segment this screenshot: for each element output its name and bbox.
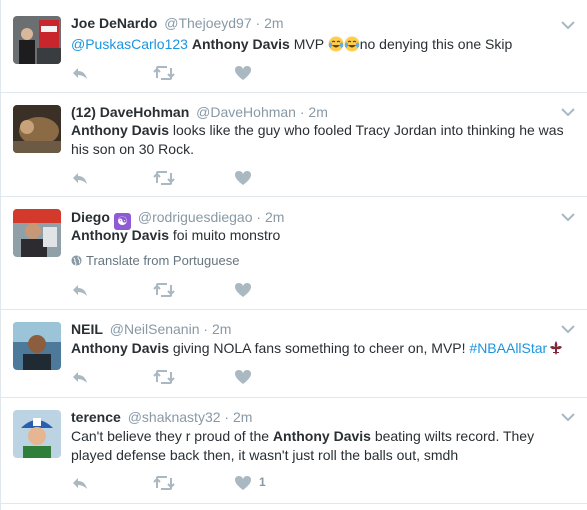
heart-icon[interactable] [234,169,252,187]
mention-link[interactable]: @PuskasCarlo123 [71,36,188,52]
fleur-de-lis-icon [550,341,563,355]
separator-dot: · [224,409,230,425]
reply-icon[interactable] [71,368,89,386]
tweet-header: terence @shaknasty32 · 2m [71,408,252,426]
timestamp[interactable]: 2m [264,15,283,31]
separator-dot: · [255,15,261,31]
separator-dot: · [256,209,262,225]
tweet-actions: 1 [71,474,321,492]
chevron-down-icon[interactable] [561,324,575,334]
chevron-down-icon[interactable] [561,412,575,422]
separator-dot: · [203,321,209,337]
tweet-text-part: foi muito monstro [172,227,281,243]
user-handle[interactable]: @rodriguesdiegao [138,209,253,225]
display-name[interactable]: terence [71,409,121,425]
tears-of-joy-emoji [344,36,360,52]
retweet-icon[interactable] [153,474,175,492]
avatar[interactable] [13,16,61,64]
display-name[interactable]: Joe DeNardo [71,15,157,31]
tweet-header: (12) DaveHohman @DaveHohman · 2m [71,103,328,121]
reply-icon[interactable] [71,281,89,299]
tweet-text-part: giving NOLA fans something to cheer on, … [172,340,466,356]
search-highlight: Anthony Davis [191,36,290,52]
display-name[interactable]: NEIL [71,321,103,337]
reply-icon[interactable] [71,169,89,187]
avatar[interactable] [13,322,61,370]
avatar[interactable] [13,105,61,153]
timestamp[interactable]: 2m [233,409,252,425]
tweet-text-part: Can't believe they r proud of the [71,428,270,444]
timestamp[interactable]: 2m [212,321,231,337]
tweet-text: Anthony Davis looks like the guy who foo… [71,121,576,159]
chevron-down-icon[interactable] [561,212,575,222]
heart-icon[interactable] [234,64,252,82]
hashtag-link[interactable]: #NBAAllStar [469,340,547,356]
search-highlight: Anthony Davis [71,122,170,138]
retweet-icon[interactable] [153,281,175,299]
tweet-header: Joe DeNardo @Thejoeyd97 · 2m [71,14,284,32]
heart-icon[interactable] [234,281,252,299]
retweet-icon[interactable] [153,368,175,386]
tweet[interactable]: NEIL @NeilSenanin · 2m Anthony Davis giv… [1,310,587,398]
tweet-text: Anthony Davis foi muito monstro [71,226,576,245]
tweet[interactable]: (12) DaveHohman @DaveHohman · 2m Anthony… [1,93,587,197]
display-name[interactable]: (12) DaveHohman [71,104,189,120]
tweet-text: @PuskasCarlo123 Anthony Davis MVP no den… [71,35,576,54]
chevron-down-icon[interactable] [561,107,575,117]
tweet-header: NEIL @NeilSenanin · 2m [71,320,231,338]
tweet-actions [71,368,321,386]
search-highlight: Anthony Davis [272,428,371,444]
tweet[interactable]: Diego ☯ @rodriguesdiegao · 2m Anthony Davi… [1,197,587,310]
tweet-actions [71,169,321,187]
user-handle[interactable]: @shaknasty32 [128,409,221,425]
tweet-text: Anthony Davis giving NOLA fans something… [71,339,576,358]
display-name[interactable]: Diego [71,209,110,225]
search-highlight: Anthony Davis [71,227,170,243]
heart-icon[interactable] [234,368,252,386]
user-handle[interactable]: @Thejoeyd97 [164,15,251,31]
user-handle[interactable]: @NeilSenanin [110,321,200,337]
heart-icon[interactable] [234,474,252,492]
globe-icon [71,255,82,266]
tweet-feed: Joe DeNardo @Thejoeyd97 · 2m @PuskasCarl… [0,0,587,510]
timestamp[interactable]: 2m [265,209,284,225]
tweet-text: Can't believe they r proud of the Anthon… [71,427,576,465]
timestamp[interactable]: 2m [308,104,327,120]
tweet-actions [71,64,321,82]
avatar[interactable] [13,209,61,257]
translate-link[interactable]: Translate from Portuguese [71,253,239,269]
separator-dot: · [299,104,305,120]
translate-label: Translate from Portuguese [86,253,240,268]
reply-icon[interactable] [71,474,89,492]
retweet-icon[interactable] [153,64,175,82]
reply-icon[interactable] [71,64,89,82]
tweet[interactable]: Joe DeNardo @Thejoeyd97 · 2m @PuskasCarl… [1,0,587,93]
tweet[interactable]: terence @shaknasty32 · 2m Can't believe … [1,398,587,504]
retweet-icon[interactable] [153,169,175,187]
tweet-text-part: no denying this one Skip [359,36,513,52]
like-count[interactable]: 1 [259,475,266,489]
avatar[interactable] [13,410,61,458]
tweet-text-part: MVP [293,36,324,52]
chevron-down-icon[interactable] [561,20,575,30]
tears-of-joy-emoji [328,36,344,52]
tweet-actions [71,281,321,299]
user-handle[interactable]: @DaveHohman [196,104,296,120]
search-highlight: Anthony Davis [71,340,170,356]
